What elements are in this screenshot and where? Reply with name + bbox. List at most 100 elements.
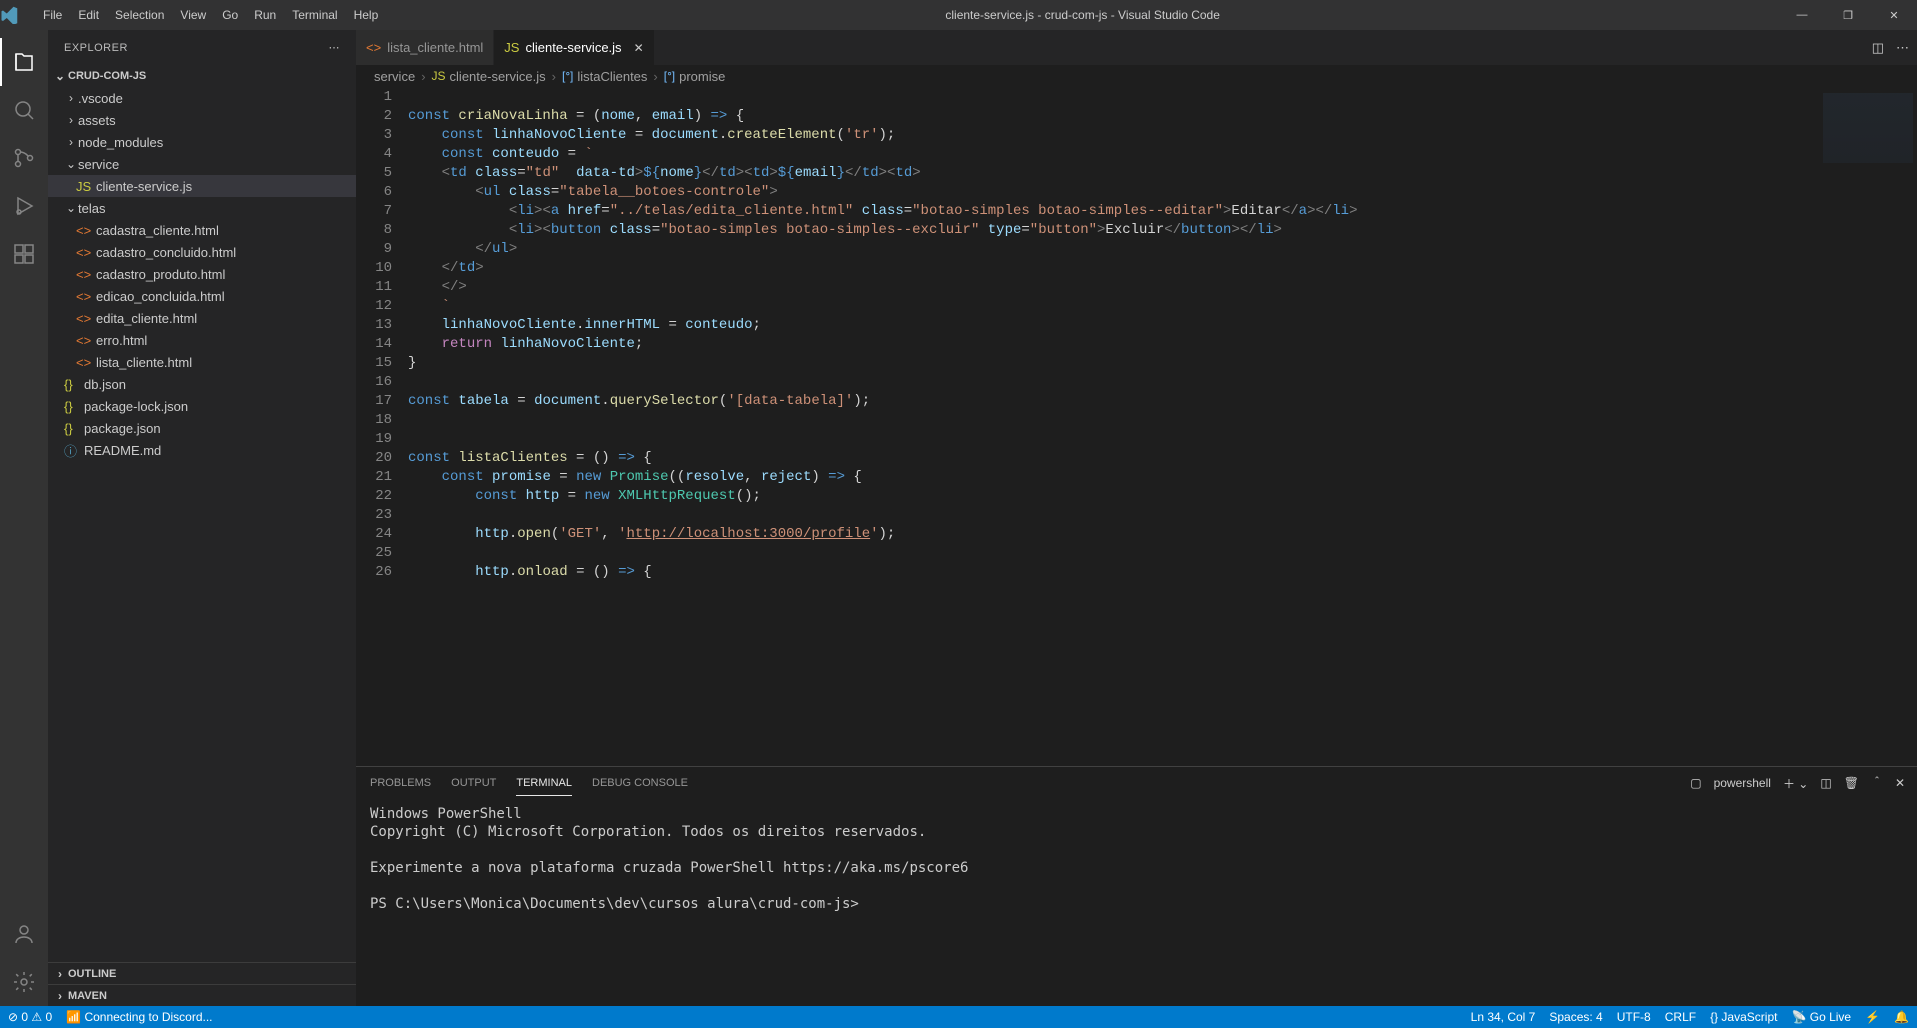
tab-lista_cliente.html[interactable]: <>lista_cliente.html bbox=[356, 30, 494, 65]
terminal-output[interactable]: Windows PowerShell Copyright (C) Microso… bbox=[356, 799, 1917, 1006]
breadcrumb-item[interactable]: promise bbox=[679, 69, 725, 84]
minimap[interactable] bbox=[1807, 87, 1917, 766]
kill-terminal-icon[interactable]: 🗑 bbox=[1844, 776, 1859, 790]
menu-terminal[interactable]: Terminal bbox=[284, 8, 345, 22]
split-editor-icon[interactable]: ◫ bbox=[1872, 40, 1884, 56]
new-terminal-icon[interactable]: ＋ ⌄ bbox=[1783, 775, 1808, 792]
panel-tab-output[interactable]: OUTPUT bbox=[451, 771, 496, 795]
statusbar-item[interactable]: {} JavaScript bbox=[1710, 1010, 1777, 1024]
file-label: edicao_concluida.html bbox=[96, 289, 225, 304]
breadcrumbs[interactable]: service›JScliente-service.js›[ᐤ]listaCli… bbox=[356, 65, 1917, 87]
statusbar-item[interactable]: 📶 Connecting to Discord... bbox=[66, 1010, 212, 1024]
root-name: CRUD-COM-JS bbox=[68, 70, 146, 82]
terminal-shell-icon[interactable]: ▢ bbox=[1690, 776, 1701, 790]
menu-help[interactable]: Help bbox=[346, 8, 387, 22]
file-label: cadastro_concluido.html bbox=[96, 245, 236, 260]
statusbar-item[interactable]: CRLF bbox=[1665, 1010, 1696, 1024]
run-debug-icon[interactable] bbox=[0, 182, 48, 230]
statusbar-item[interactable]: Ln 34, Col 7 bbox=[1471, 1010, 1536, 1024]
menu-go[interactable]: Go bbox=[214, 8, 246, 22]
chevron-right-icon: › bbox=[52, 967, 68, 981]
more-icon[interactable]: ⋯ bbox=[329, 41, 341, 54]
close-tab-icon[interactable]: ✕ bbox=[634, 41, 644, 55]
file-label: lista_cliente.html bbox=[96, 355, 192, 370]
tab-cliente-service.js[interactable]: JScliente-service.js✕ bbox=[494, 30, 654, 65]
menu-run[interactable]: Run bbox=[246, 8, 284, 22]
vscode-logo-icon bbox=[0, 6, 35, 24]
file-label: cadastro_produto.html bbox=[96, 267, 225, 282]
folder-service[interactable]: ⌄service bbox=[48, 153, 356, 175]
maximize-panel-icon[interactable]: ＾ bbox=[1871, 775, 1883, 792]
outline-section[interactable]: ›OUTLINE bbox=[48, 962, 356, 984]
editor-body[interactable]: 1234567891011121314151617181920212223242… bbox=[356, 87, 1917, 766]
folder-node_modules[interactable]: ›node_modules bbox=[48, 131, 356, 153]
file-edicao_concluida.html[interactable]: <>edicao_concluida.html bbox=[48, 285, 356, 307]
file-package.json[interactable]: {}package.json bbox=[48, 417, 356, 439]
file-lista_cliente.html[interactable]: <>lista_cliente.html bbox=[48, 351, 356, 373]
file-db.json[interactable]: {}db.json bbox=[48, 373, 356, 395]
statusbar-right: Ln 34, Col 7 Spaces: 4 UTF-8 CRLF {} JavaScr… bbox=[1471, 1010, 1909, 1024]
explorer-icon[interactable] bbox=[0, 38, 48, 86]
file-icon: <> bbox=[76, 333, 96, 348]
maximize-button[interactable]: ❐ bbox=[1825, 9, 1871, 22]
menu-edit[interactable]: Edit bbox=[70, 8, 107, 22]
close-panel-icon[interactable]: ✕ bbox=[1895, 776, 1905, 790]
breadcrumb-item[interactable]: service bbox=[374, 69, 415, 84]
file-cadastra_cliente.html[interactable]: <>cadastra_cliente.html bbox=[48, 219, 356, 241]
panel-tab-terminal[interactable]: TERMINAL bbox=[516, 771, 572, 796]
file-cadastro_produto.html[interactable]: <>cadastro_produto.html bbox=[48, 263, 356, 285]
file-icon: <> bbox=[76, 267, 96, 282]
menu-view[interactable]: View bbox=[172, 8, 214, 22]
minimize-button[interactable]: — bbox=[1779, 9, 1825, 22]
file-cadastro_concluido.html[interactable]: <>cadastro_concluido.html bbox=[48, 241, 356, 263]
maven-section[interactable]: ›MAVEN bbox=[48, 984, 356, 1006]
terminal-shell-name[interactable]: powershell bbox=[1714, 776, 1771, 790]
folder-.vscode[interactable]: ›.vscode bbox=[48, 87, 356, 109]
breadcrumb-item[interactable]: listaClientes bbox=[577, 69, 647, 84]
statusbar-item[interactable]: Spaces: 4 bbox=[1549, 1010, 1602, 1024]
folder-assets[interactable]: ›assets bbox=[48, 109, 356, 131]
tab-label: lista_cliente.html bbox=[387, 40, 483, 55]
file-label: cadastra_cliente.html bbox=[96, 223, 219, 238]
panel-tab-debug-console[interactable]: DEBUG CONSOLE bbox=[592, 771, 688, 795]
folder-root[interactable]: ⌄ CRUD-COM-JS bbox=[48, 65, 356, 87]
statusbar-item[interactable]: 📡 Go Live bbox=[1791, 1010, 1851, 1024]
statusbar-item[interactable]: ⚡ bbox=[1865, 1010, 1880, 1024]
chevron-right-icon: › bbox=[64, 113, 78, 127]
extensions-icon[interactable] bbox=[0, 230, 48, 278]
file-icon: <> bbox=[76, 355, 96, 370]
file-icon: ⓘ bbox=[64, 441, 84, 460]
file-cliente-service.js[interactable]: JScliente-service.js bbox=[48, 175, 356, 197]
code-content[interactable]: const criaNovaLinha = (nome, email) => {… bbox=[408, 87, 1807, 766]
settings-gear-icon[interactable] bbox=[0, 958, 48, 1006]
folder-label: service bbox=[78, 157, 119, 172]
file-tree: ›.vscode›assets›node_modules⌄serviceJScl… bbox=[48, 87, 356, 962]
file-README.md[interactable]: ⓘREADME.md bbox=[48, 439, 356, 461]
file-erro.html[interactable]: <>erro.html bbox=[48, 329, 356, 351]
breadcrumb-item[interactable]: cliente-service.js bbox=[450, 69, 546, 84]
panel-tab-problems[interactable]: PROBLEMS bbox=[370, 771, 431, 795]
menu-file[interactable]: File bbox=[35, 8, 70, 22]
file-package-lock.json[interactable]: {}package-lock.json bbox=[48, 395, 356, 417]
file-label: cliente-service.js bbox=[96, 179, 192, 194]
close-button[interactable]: ✕ bbox=[1871, 9, 1917, 22]
file-icon: <> bbox=[76, 223, 96, 238]
accounts-icon[interactable] bbox=[0, 910, 48, 958]
search-icon[interactable] bbox=[0, 86, 48, 134]
folder-telas[interactable]: ⌄telas bbox=[48, 197, 356, 219]
statusbar-left: ⊘ 0 ⚠ 0 📶 Connecting to Discord... bbox=[8, 1010, 213, 1024]
file-icon: JS bbox=[504, 40, 519, 55]
editor-tabs: <>lista_cliente.htmlJScliente-service.js… bbox=[356, 30, 1917, 65]
statusbar-item[interactable]: 🔔 bbox=[1894, 1010, 1909, 1024]
breadcrumb-icon: [ᐤ] bbox=[664, 69, 675, 83]
menu-selection[interactable]: Selection bbox=[107, 8, 172, 22]
file-edita_cliente.html[interactable]: <>edita_cliente.html bbox=[48, 307, 356, 329]
split-terminal-icon[interactable]: ◫ bbox=[1820, 776, 1831, 790]
more-icon[interactable]: ⋯ bbox=[1896, 40, 1909, 56]
statusbar-item[interactable]: UTF-8 bbox=[1617, 1010, 1651, 1024]
statusbar-item[interactable]: ⊘ 0 ⚠ 0 bbox=[8, 1010, 52, 1024]
explorer-title: EXPLORER bbox=[64, 42, 128, 54]
file-label: package-lock.json bbox=[84, 399, 188, 414]
tab-actions: ◫ ⋯ bbox=[1872, 30, 1917, 65]
source-control-icon[interactable] bbox=[0, 134, 48, 182]
